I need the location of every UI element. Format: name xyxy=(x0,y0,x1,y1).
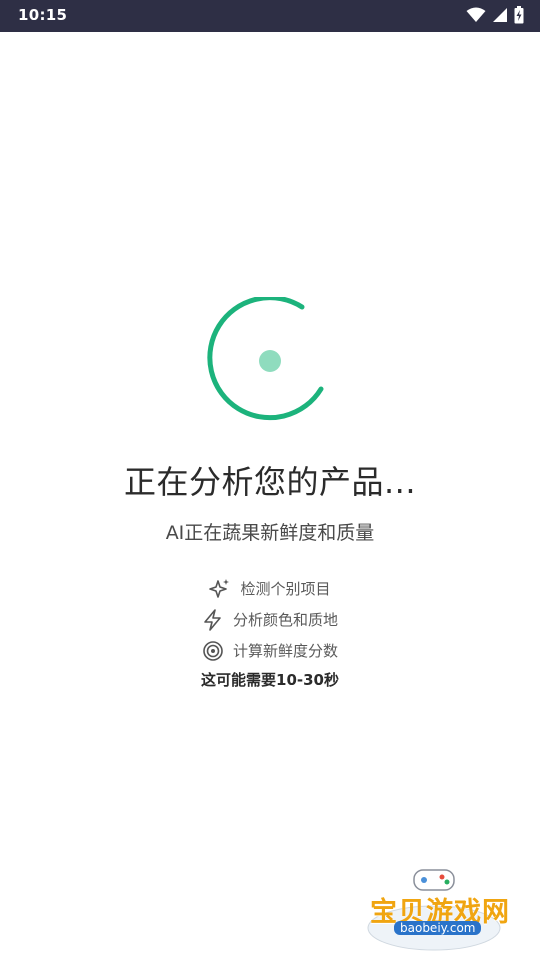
duration-note: 这可能需要10-30秒 xyxy=(201,671,339,689)
signal-icon xyxy=(493,8,507,22)
loading-spinner xyxy=(207,297,324,421)
status-bar: 10:15 xyxy=(0,0,540,32)
step-label: 分析颜色和质地 xyxy=(232,611,338,629)
watermark-url: baobeiy.com xyxy=(394,921,482,935)
step-label: 检测个别项目 xyxy=(240,580,331,598)
page-subtitle: AI正在蔬果新鲜度和质量 xyxy=(165,522,375,544)
battery-icon xyxy=(514,6,524,24)
status-time: 10:15 xyxy=(18,6,68,24)
analysis-steps: 检测个别项目 分析颜色和质地 计算新鲜度分数 xyxy=(0,573,540,666)
step-analyze-color: 分析颜色和质地 xyxy=(0,604,540,635)
target-icon xyxy=(202,640,224,662)
watermark-logo: 宝贝游戏网 baobeiy.com xyxy=(362,866,512,956)
sparkle-icon xyxy=(209,578,231,600)
step-calc-score: 计算新鲜度分数 xyxy=(0,635,540,666)
lightning-icon xyxy=(202,608,224,631)
step-label: 计算新鲜度分数 xyxy=(232,642,338,660)
wifi-icon xyxy=(466,7,486,22)
spinner-dot xyxy=(259,350,281,372)
step-detect-items: 检测个别项目 xyxy=(0,573,540,604)
page-title: 正在分析您的产品... xyxy=(123,463,417,501)
status-icons xyxy=(466,6,524,24)
